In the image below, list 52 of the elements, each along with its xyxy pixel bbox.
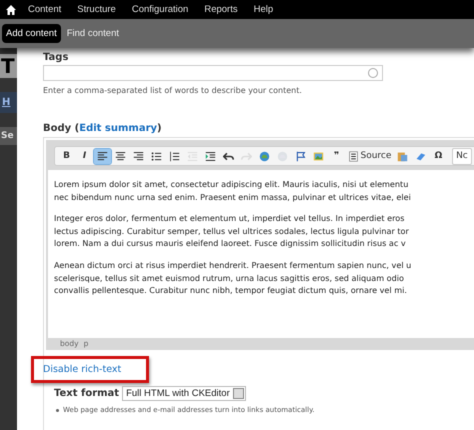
body-text-line: Integer eros dolor, fermentum et elementum ut, imperdiet vel tellus. In imperdiet eros [54,212,406,225]
shortcut-link[interactable]: Find content [62,24,124,43]
edit-summary-link[interactable]: Edit summary [79,123,158,134]
body-text-line: Lorem ipsum dolor sit amet, consectetur adipiscing elit. Mauris iaculis, nisi ut elementu [54,178,410,191]
disable-rich-text-link[interactable]: Disable rich-text [31,356,150,383]
toolbar-button[interactable]: ❞ [328,148,345,164]
undo-icon [223,150,234,162]
autocomplete-icon [368,68,378,78]
indent-icon [205,150,216,162]
body-text-line: Aenean dictum orci at risus imperdiet hendrerit. Praesent fermentum sapien nunc, vel u [54,258,412,272]
background-text: T [0,54,17,78]
paste-icon [396,150,408,162]
outdent-icon [187,150,198,162]
toolbar-button[interactable]: I [76,148,93,164]
body-text-line: lorem. Nam a dui cursus mauris eleifend laoreet. Fusce dignissim sollicitudin risus ac v [54,237,407,250]
body-text-line: nec bibendum nunc urna sed enim. Praesent enim massa, pulvinar et ultrices vitae, elei [54,190,412,204]
toolbar-button[interactable]: B [58,148,75,164]
bullet-icon [56,408,59,412]
body-text-line: convallis pellentesque. Curabitur nunc nibh, tempor feugiat dictum quis, ornare vel mi. [54,284,408,297]
format-dropdown[interactable]: Nc [452,148,472,164]
align-left-icon [97,150,108,162]
shortcut-link[interactable]: Add content [2,24,61,43]
tags-field[interactable] [43,65,383,81]
menu-item[interactable]: Reports [196,4,246,15]
source-button[interactable]: Source [346,148,393,164]
align-center-icon [115,150,126,162]
image-icon [313,150,324,162]
body-text-line: lectus adipiscing. Curabitur semper, tellus vel ultrices sodales, lectus ligula pulvinar tor [54,224,410,238]
text-format-select[interactable]: Full HTML with CKEditor [122,386,246,401]
menu-item[interactable]: Configuration [124,4,196,15]
text-format-label: Text format [54,388,120,399]
tags-description: Enter a comma-separated list of words to describe your content. [43,86,303,95]
bullets-icon [151,150,162,162]
numbers-icon [169,150,180,162]
background-text: H [0,92,17,113]
body-label-end: ) [157,123,162,134]
flag-icon [295,150,306,162]
redo-icon [241,150,252,162]
menu-item[interactable]: Structure [69,4,124,15]
menu-item[interactable]: Content [20,4,70,15]
eraser-icon [414,150,426,162]
body-label: Body ( [43,123,80,134]
menu-item[interactable]: Help [246,4,282,15]
tags-label: Tags [43,52,70,63]
background-text: Se [0,127,17,145]
body-text-line: scelerisque, tellus sit amet euismod rutrum, urna lacus sagittis eros, sed aliquam odio [54,272,405,284]
align-right-icon [133,150,144,162]
toolbar-button[interactable]: Ω [430,148,447,164]
rich-text-editor[interactable] [46,140,474,350]
document-icon [348,150,358,162]
align-left-button[interactable] [94,148,111,164]
home-icon[interactable] [6,4,16,14]
